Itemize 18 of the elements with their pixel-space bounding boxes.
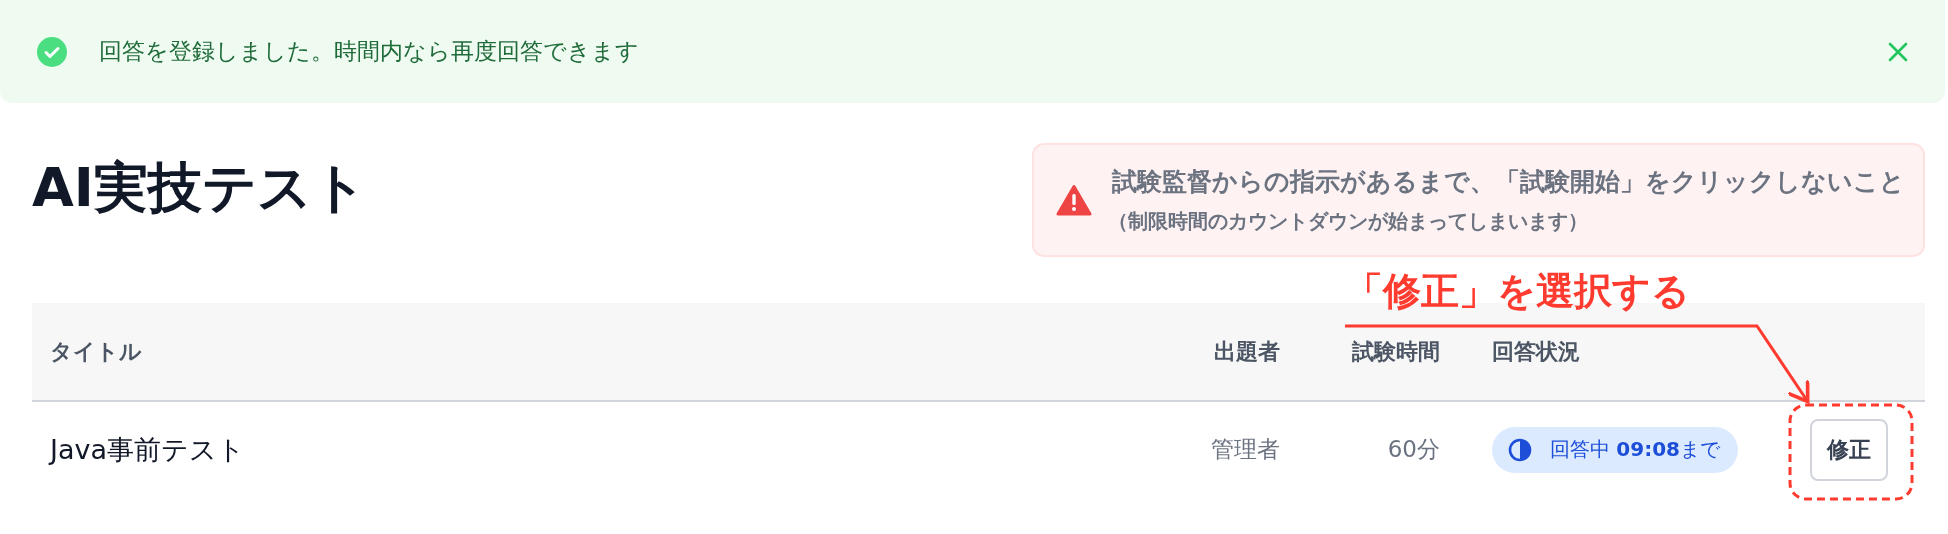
edit-button[interactable]: 修正 bbox=[1810, 418, 1888, 481]
column-header: 出題者 bbox=[1213, 337, 1281, 366]
warning-message: 試験監督からの指示があるまで、「試験開始」をクリックしないこと bbox=[1112, 166, 1905, 198]
column-header: 試験時間 bbox=[1351, 337, 1441, 366]
status-text: 回答中 09:08まで bbox=[1550, 436, 1721, 463]
page-title: AI実技テスト bbox=[32, 155, 367, 221]
column-header: タイトル bbox=[49, 337, 143, 366]
annotation-text: 「修正」を選択する bbox=[1345, 268, 1690, 315]
table-cell-text: 管理者 bbox=[1210, 435, 1281, 464]
half-circle-icon bbox=[1508, 437, 1532, 462]
warning-icon bbox=[1056, 184, 1092, 216]
column-header: 回答状況 bbox=[1491, 337, 1581, 366]
table-cell-text: Java事前テスト bbox=[47, 432, 247, 467]
close-icon bbox=[1887, 40, 1909, 63]
alert-message: 回答を登録しました。時間内なら再度回答できます bbox=[99, 37, 640, 66]
check-circle-icon bbox=[37, 36, 67, 67]
table-cell-text: 60分 bbox=[1386, 435, 1441, 464]
warning-note: （制限時間のカウントダウンが始まってしまいます） bbox=[1108, 208, 1589, 235]
